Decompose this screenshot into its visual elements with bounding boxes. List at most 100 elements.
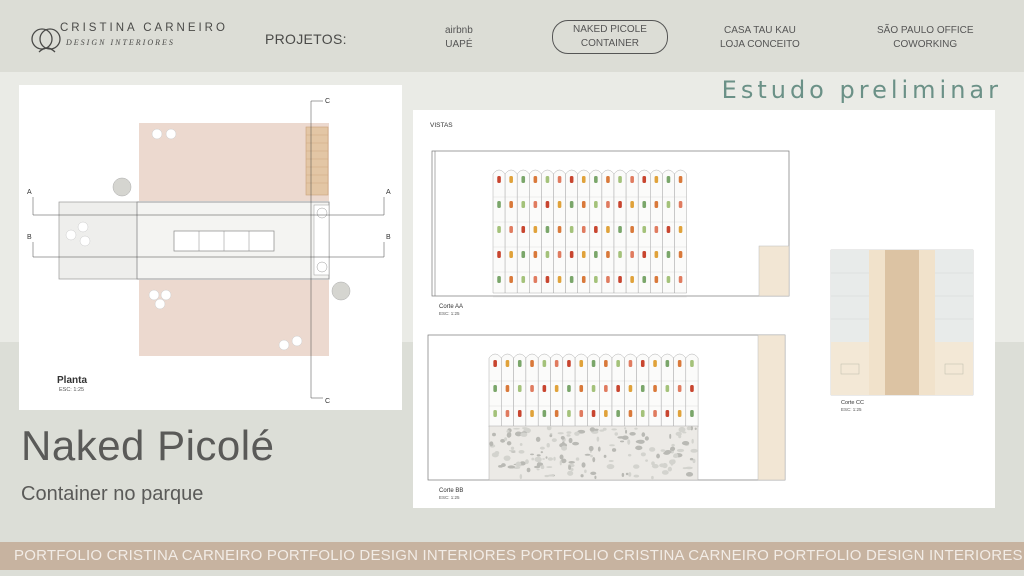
popsicle-icon bbox=[521, 276, 526, 283]
terrazzo-chip bbox=[510, 446, 515, 450]
popsicle-icon bbox=[666, 226, 671, 233]
popsicle-icon bbox=[604, 410, 608, 417]
popsicle-icon bbox=[594, 276, 598, 283]
terrazzo-chip bbox=[659, 463, 666, 468]
floor-plan-panel: A A B B C C Planta ESC: 1:25 bbox=[19, 85, 402, 410]
terrazzo-chip bbox=[506, 430, 510, 433]
terrazzo-chip bbox=[560, 435, 565, 440]
terrazzo-chip bbox=[633, 474, 640, 478]
nav-item-line2: UAPÉ bbox=[445, 39, 473, 50]
terrazzo-chip bbox=[503, 455, 511, 461]
popsicle-icon bbox=[654, 201, 659, 208]
popsicle-icon bbox=[521, 201, 526, 208]
section-cc-title: Corte CC bbox=[841, 400, 864, 406]
nav-item-naked-picole[interactable]: NAKED PICOLE CONTAINER bbox=[552, 20, 668, 54]
popsicle-icon bbox=[533, 176, 538, 183]
terrazzo-chip bbox=[557, 432, 564, 435]
popsicle-icon bbox=[545, 176, 550, 183]
section-mark-b: B bbox=[386, 234, 391, 241]
popsicle-icon bbox=[642, 226, 647, 233]
popsicle-icon bbox=[690, 410, 694, 417]
nav-item-line1: SÃO PAULO OFFICE bbox=[877, 25, 974, 36]
terrazzo-chip bbox=[525, 459, 529, 465]
popsicle-icon bbox=[517, 410, 522, 417]
terrazzo-chip bbox=[619, 440, 625, 443]
popsicle-icon bbox=[509, 176, 513, 183]
terrazzo-chip bbox=[627, 453, 632, 457]
popsicle-icon bbox=[530, 410, 534, 417]
popsicle-icon bbox=[616, 360, 620, 367]
terrazzo-chip bbox=[542, 458, 546, 460]
section-mark-a: A bbox=[386, 189, 391, 196]
terrazzo-chip bbox=[549, 434, 553, 438]
nav-item-line1: NAKED PICOLE bbox=[573, 24, 647, 35]
popsicle-icon bbox=[618, 201, 622, 208]
section-aa-popsicle-wall bbox=[492, 169, 687, 298]
popsicle-icon bbox=[642, 201, 647, 208]
terrazzo-chip bbox=[537, 462, 544, 466]
section-mark-c: C bbox=[325, 398, 330, 405]
popsicle-icon bbox=[554, 360, 559, 367]
popsicle-icon bbox=[567, 410, 571, 417]
terrazzo-chip bbox=[694, 427, 697, 430]
brand-logo[interactable]: CRISTINA CARNEIRO DESIGN INTERIORES bbox=[30, 20, 230, 60]
table-icon bbox=[165, 128, 177, 140]
terrazzo-chip bbox=[534, 465, 541, 469]
popsicle-icon bbox=[497, 251, 501, 258]
popsicle-icon bbox=[616, 410, 620, 417]
nav-item-airbnb-uape[interactable]: airbnb UAPÉ bbox=[445, 24, 473, 52]
popsicle-icon bbox=[606, 251, 610, 258]
popsicle-icon bbox=[594, 176, 598, 183]
terrazzo-chip bbox=[572, 441, 580, 446]
popsicle-icon bbox=[604, 385, 608, 392]
popsicle-icon bbox=[666, 176, 671, 183]
section-cc-wood-left bbox=[831, 342, 869, 395]
popsicle-icon bbox=[557, 251, 562, 258]
terrazzo-chip bbox=[584, 469, 587, 474]
popsicle-icon bbox=[618, 176, 622, 183]
section-cc-wood-right bbox=[935, 342, 973, 395]
popsicle-icon bbox=[642, 176, 647, 183]
terrazzo-chip bbox=[685, 466, 693, 470]
popsicle-icon bbox=[630, 276, 634, 283]
terrazzo-chip bbox=[614, 432, 619, 436]
nav-item-sao-paulo-office[interactable]: SÃO PAULO OFFICE COWORKING bbox=[877, 24, 974, 52]
popsicle-icon bbox=[493, 360, 497, 367]
table-icon bbox=[79, 235, 91, 247]
popsicle-icon bbox=[493, 410, 497, 417]
terrazzo-chip bbox=[627, 439, 631, 445]
popsicle-icon bbox=[581, 251, 586, 258]
popsicle-icon bbox=[581, 201, 586, 208]
popsicle-icon bbox=[606, 226, 610, 233]
terrazzo-chip bbox=[624, 427, 627, 430]
terrazzo-chip bbox=[520, 432, 528, 437]
popsicle-icon bbox=[521, 251, 526, 258]
terrazzo-chip bbox=[629, 432, 636, 436]
popsicle-icon bbox=[665, 385, 670, 392]
section-aa-title: Corte AA bbox=[439, 304, 463, 310]
nav-item-casa-tau-kau[interactable]: CASA TAU KAU LOJA CONCEITO bbox=[720, 24, 800, 52]
popsicle-icon bbox=[591, 410, 596, 417]
terrazzo-chip bbox=[566, 434, 571, 437]
terrazzo-chip bbox=[559, 460, 562, 466]
popsicle-icon bbox=[653, 410, 657, 417]
popsicle-icon bbox=[505, 385, 510, 392]
popsicle-icon bbox=[630, 251, 634, 258]
popsicle-icon bbox=[654, 226, 659, 233]
popsicle-icon bbox=[579, 360, 584, 367]
popsicle-icon bbox=[642, 251, 647, 258]
table-icon bbox=[151, 128, 163, 140]
project-subtitle: Container no parque bbox=[21, 483, 204, 505]
terrazzo-chip bbox=[635, 445, 643, 451]
terrazzo-chip bbox=[574, 431, 580, 436]
section-bb-title: Corte BB bbox=[439, 488, 463, 494]
section-cc-stair bbox=[885, 250, 919, 395]
terrazzo-chip bbox=[661, 470, 669, 475]
popsicle-icon bbox=[616, 385, 620, 392]
terrazzo-chip bbox=[590, 454, 593, 458]
popsicle-icon bbox=[618, 226, 622, 233]
terrazzo-chip bbox=[676, 448, 685, 453]
terrazzo-chip bbox=[649, 447, 656, 452]
popsicle-icon bbox=[517, 360, 522, 367]
popsicle-icon bbox=[678, 251, 683, 258]
